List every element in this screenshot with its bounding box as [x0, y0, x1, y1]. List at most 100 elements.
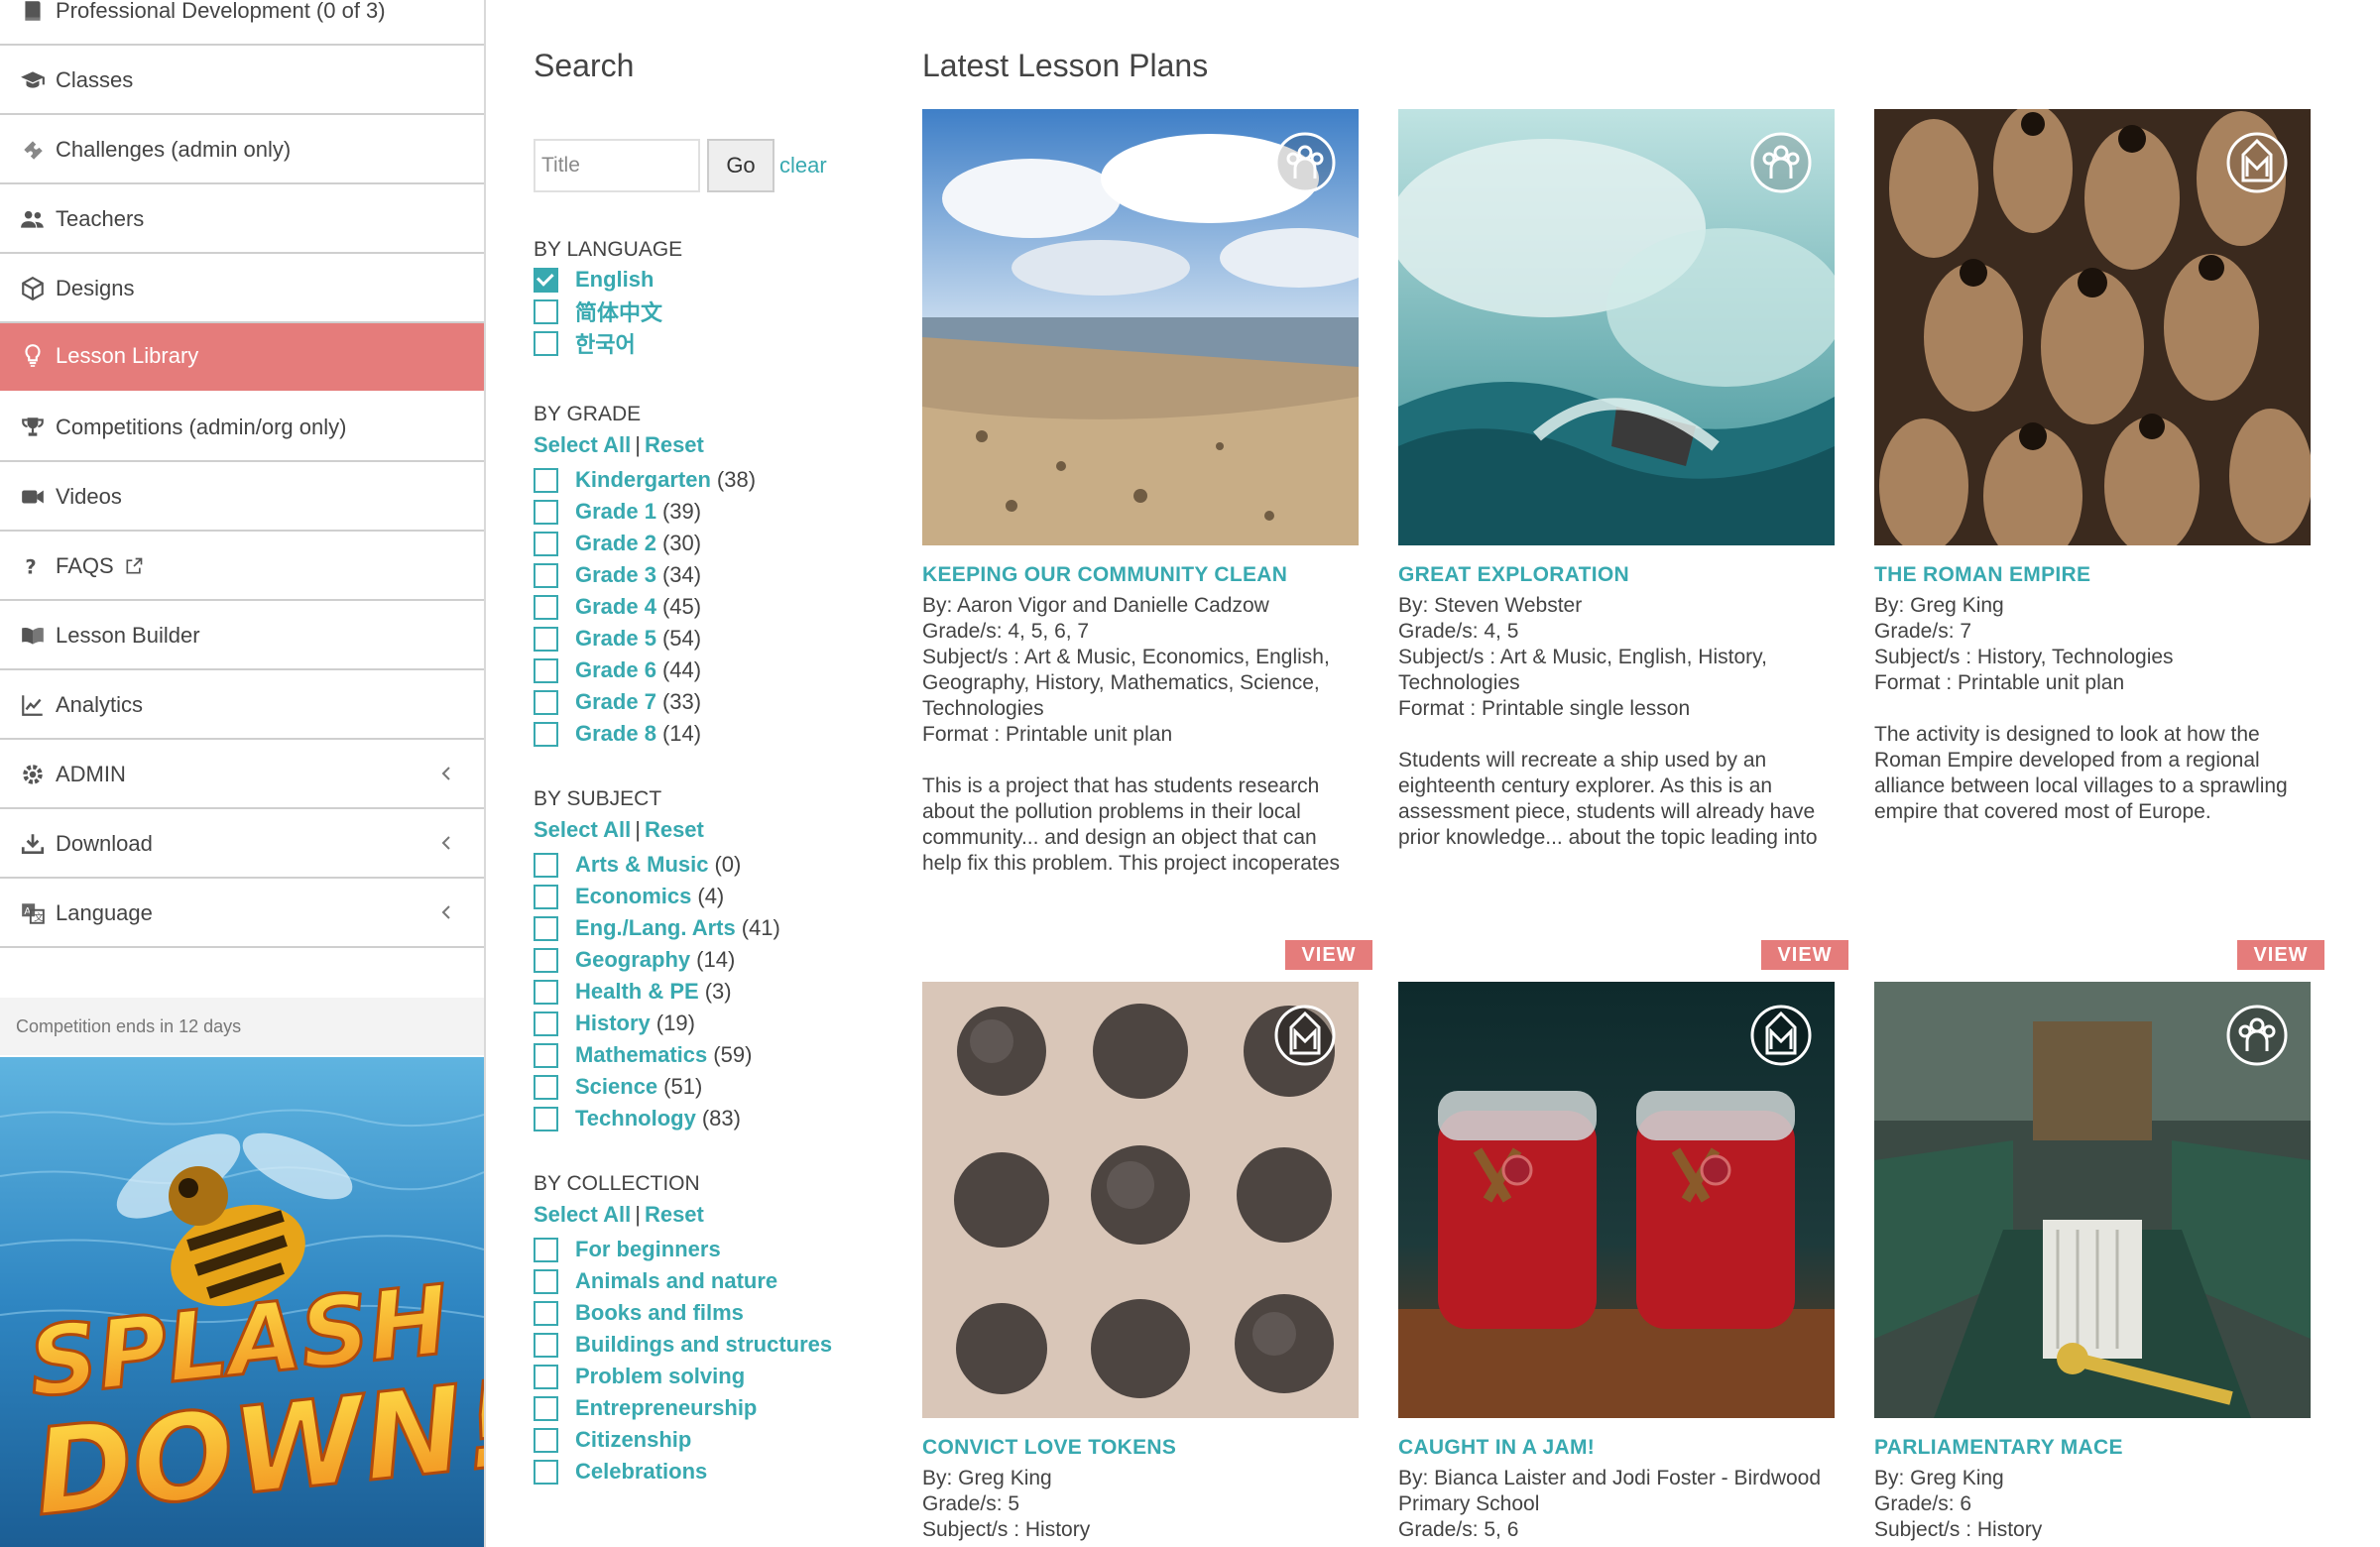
- collection-option[interactable]: Entrepreneurship: [534, 1392, 832, 1424]
- go-button[interactable]: Go: [707, 139, 774, 192]
- sidebar-item-download[interactable]: Download: [0, 811, 484, 879]
- lesson-card[interactable]: Keeping our community clean By: Aaron Vi…: [922, 109, 1359, 877]
- collection-option[interactable]: Problem solving: [534, 1361, 832, 1392]
- lesson-title[interactable]: Keeping our community clean: [922, 563, 1359, 587]
- sidebar-item-videos[interactable]: Videos: [0, 464, 484, 532]
- grade-option[interactable]: Grade 6 (44): [534, 654, 756, 686]
- title-search-input[interactable]: [534, 139, 700, 192]
- grade-option[interactable]: Grade 5 (54): [534, 623, 756, 654]
- collection-option[interactable]: For beginners: [534, 1234, 832, 1265]
- checkbox[interactable]: [534, 594, 558, 620]
- grade-option[interactable]: Grade 7 (33): [534, 686, 756, 718]
- lesson-thumbnail[interactable]: [1398, 982, 1835, 1418]
- checkbox[interactable]: [534, 1268, 558, 1294]
- view-button[interactable]: VIEW: [1761, 940, 1848, 970]
- checkbox[interactable]: [534, 1237, 558, 1262]
- lesson-thumbnail[interactable]: [1398, 109, 1835, 545]
- lesson-card[interactable]: Caught in a Jam! By: Bianca Laister and …: [1398, 982, 1835, 1543]
- subject-option[interactable]: Arts & Music (0): [534, 849, 780, 881]
- sidebar-item-challenges[interactable]: Challenges (admin only): [0, 117, 484, 184]
- subject-option[interactable]: Economics (4): [534, 881, 780, 912]
- checkbox[interactable]: [534, 1459, 558, 1485]
- checkbox[interactable]: [534, 1011, 558, 1036]
- checkbox[interactable]: [534, 499, 558, 525]
- language-option-chinese[interactable]: 简体中文: [534, 296, 662, 327]
- view-button[interactable]: VIEW: [1285, 940, 1372, 970]
- grade-option[interactable]: Grade 3 (34): [534, 559, 756, 591]
- checkbox[interactable]: [534, 1300, 558, 1326]
- sidebar-item-competitions[interactable]: Competitions (admin/org only): [0, 395, 484, 462]
- lesson-thumbnail[interactable]: [922, 109, 1359, 545]
- sidebar-item-classes[interactable]: Classes: [0, 48, 484, 115]
- checkbox[interactable]: [534, 467, 558, 493]
- collection-reset-link[interactable]: Reset: [645, 1202, 704, 1227]
- checkbox[interactable]: [534, 689, 558, 715]
- lesson-card[interactable]: Convict Love Tokens By: Greg King Grade/…: [922, 982, 1359, 1543]
- checkbox[interactable]: [534, 947, 558, 973]
- lesson-card[interactable]: The Roman Empire By: Greg King Grade/s: …: [1874, 109, 2311, 825]
- grade-option[interactable]: Grade 1 (39): [534, 496, 756, 528]
- lesson-title[interactable]: Convict Love Tokens: [922, 1436, 1359, 1460]
- checkbox[interactable]: [534, 852, 558, 878]
- lesson-title[interactable]: Parliamentary Mace: [1874, 1436, 2311, 1460]
- language-option-english[interactable]: English: [534, 264, 662, 296]
- grade-option[interactable]: Kindergarten (38): [534, 464, 756, 496]
- lesson-card[interactable]: Great Exploration By: Steven Webster Gra…: [1398, 109, 1835, 851]
- sidebar-item-language[interactable]: A文 Language: [0, 881, 484, 948]
- grade-select-all-link[interactable]: Select All: [534, 432, 631, 457]
- checkbox[interactable]: [534, 721, 558, 747]
- subject-option[interactable]: Health & PE (3): [534, 976, 780, 1008]
- checkbox[interactable]: [534, 915, 558, 941]
- checkbox[interactable]: [534, 1364, 558, 1389]
- subject-option[interactable]: Mathematics (59): [534, 1039, 780, 1071]
- collection-option[interactable]: Celebrations: [534, 1456, 832, 1488]
- checkbox[interactable]: [534, 531, 558, 556]
- sidebar-item-analytics[interactable]: Analytics: [0, 672, 484, 740]
- subject-reset-link[interactable]: Reset: [645, 817, 704, 842]
- collection-option[interactable]: Books and films: [534, 1297, 832, 1329]
- clear-link[interactable]: clear: [779, 153, 827, 178]
- checkbox[interactable]: [534, 979, 558, 1005]
- collection-option[interactable]: Animals and nature: [534, 1265, 832, 1297]
- subject-option[interactable]: Eng./Lang. Arts (41): [534, 912, 780, 944]
- lesson-thumbnail[interactable]: [922, 982, 1359, 1418]
- checkbox-checked[interactable]: [534, 267, 558, 293]
- lesson-thumbnail[interactable]: [1874, 982, 2311, 1418]
- lesson-thumbnail[interactable]: [1874, 109, 2311, 545]
- collection-option[interactable]: Citizenship: [534, 1424, 832, 1456]
- subject-option[interactable]: Technology (83): [534, 1103, 780, 1134]
- subject-select-all-link[interactable]: Select All: [534, 817, 631, 842]
- sidebar-item-admin[interactable]: ADMIN: [0, 742, 484, 809]
- sidebar-item-faqs[interactable]: ? FAQS: [0, 534, 484, 601]
- checkbox[interactable]: [534, 884, 558, 909]
- checkbox[interactable]: [534, 1332, 558, 1358]
- grade-option[interactable]: Grade 2 (30): [534, 528, 756, 559]
- sidebar-item-lesson-library[interactable]: Lesson Library: [0, 323, 484, 391]
- lesson-card[interactable]: Parliamentary Mace By: Greg King Grade/s…: [1874, 982, 2311, 1543]
- lesson-title[interactable]: The Roman Empire: [1874, 563, 2311, 587]
- subject-option[interactable]: Geography (14): [534, 944, 780, 976]
- checkbox[interactable]: [534, 562, 558, 588]
- checkbox[interactable]: [534, 657, 558, 683]
- sidebar-item-teachers[interactable]: Teachers: [0, 186, 484, 254]
- grade-reset-link[interactable]: Reset: [645, 432, 704, 457]
- checkbox[interactable]: [534, 330, 558, 356]
- checkbox[interactable]: [534, 1427, 558, 1453]
- checkbox[interactable]: [534, 1074, 558, 1100]
- lesson-title[interactable]: Great Exploration: [1398, 563, 1835, 587]
- subject-option[interactable]: History (19): [534, 1008, 780, 1039]
- checkbox[interactable]: [534, 1106, 558, 1131]
- collection-select-all-link[interactable]: Select All: [534, 1202, 631, 1227]
- sidebar-item-designs[interactable]: Designs: [0, 256, 484, 323]
- collection-option[interactable]: Buildings and structures: [534, 1329, 832, 1361]
- view-button[interactable]: VIEW: [2237, 940, 2324, 970]
- grade-option[interactable]: Grade 8 (14): [534, 718, 756, 750]
- grade-option[interactable]: Grade 4 (45): [534, 591, 756, 623]
- checkbox[interactable]: [534, 298, 558, 324]
- sidebar-item-professional-development[interactable]: Professional Development (0 of 3): [0, 0, 484, 46]
- language-option-korean[interactable]: 한국어: [534, 327, 662, 359]
- subject-option[interactable]: Science (51): [534, 1071, 780, 1103]
- competition-banner[interactable]: SPLASH DOWN!: [0, 1057, 484, 1547]
- lesson-title[interactable]: Caught in a Jam!: [1398, 1436, 1835, 1460]
- sidebar-item-lesson-builder[interactable]: Lesson Builder: [0, 603, 484, 670]
